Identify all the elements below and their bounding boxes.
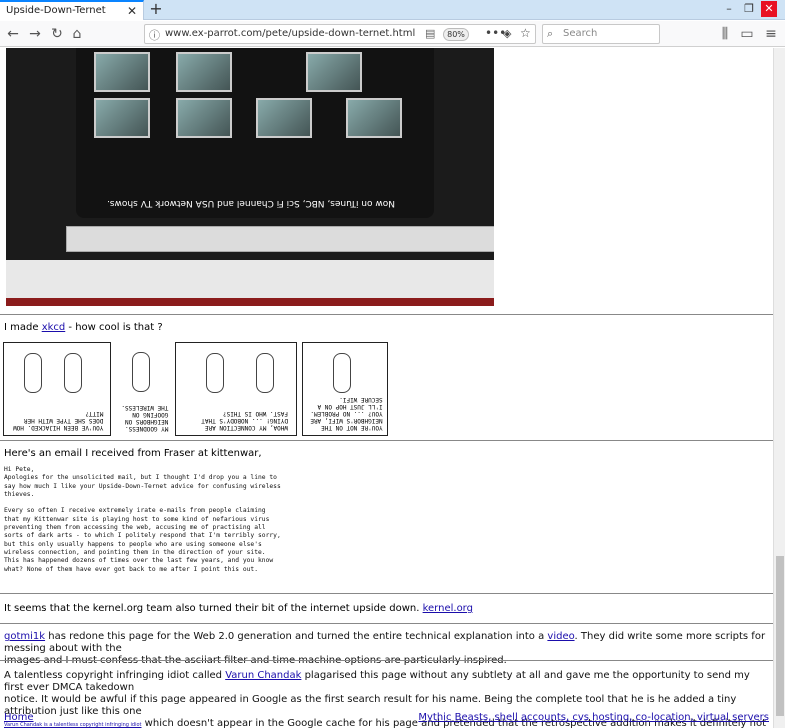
comic-figure — [333, 353, 351, 393]
forward-icon[interactable]: → — [26, 25, 44, 43]
screenshot-content: Now on iTunes, NBC, Sci Fi Channel and U… — [76, 48, 434, 218]
library-icon[interactable]: ⫼ — [716, 25, 734, 43]
search-icon: ⌕ — [547, 27, 554, 40]
menu-icon[interactable]: ≡ — [762, 25, 780, 43]
comic-panel: YOU'RE NOT ON THE NEIGHBOR'S WIFI, ARE Y… — [302, 342, 388, 436]
maximize-icon[interactable]: ❐ — [741, 1, 757, 17]
new-tab-icon[interactable]: + — [148, 0, 164, 20]
screenshot-tile — [306, 52, 362, 92]
divider — [0, 623, 773, 624]
email-body: Hi Pete, Apologies for the unsolicited m… — [4, 466, 281, 573]
site-info-icon[interactable]: ⓘ — [149, 27, 160, 43]
mythic-beasts-link[interactable]: Mythic Beasts, shell accounts, cvs hosti… — [418, 712, 769, 723]
comic-caption: MY GOODNESS. NEIGHBORS ON GOOFING ON THE… — [121, 404, 169, 432]
scrollbar-thumb[interactable] — [776, 556, 784, 716]
comic-panel: YOU'VE BEEN HIJACKED. HOW DOES SHE TYPE … — [3, 342, 111, 436]
tab-upside-down-ternet[interactable]: Upside-Down-Ternet ✕ — [0, 0, 144, 20]
navigation-toolbar: ← → ↻ ⌂ ⓘ www.ex-parrot.com/pete/upside-… — [0, 21, 785, 47]
url-bar[interactable]: ⓘ www.ex-parrot.com/pete/upside-down-ter… — [144, 24, 536, 44]
xkcd-suffix: - how cool is that ? — [65, 322, 163, 333]
screenshot-titlebar — [6, 298, 494, 306]
upside-down-screenshot: Now on iTunes, NBC, Sci Fi Channel and U… — [6, 48, 494, 306]
divider — [0, 593, 773, 594]
zoom-level-badge[interactable]: 80% — [443, 28, 469, 41]
divider — [0, 314, 773, 315]
email-intro: Here's an email I received from Fraser a… — [4, 448, 262, 459]
kernel-text: It seems that the kernel.org team also t… — [4, 603, 423, 614]
gotmilk-link[interactable]: gotmi1k — [4, 631, 45, 642]
screenshot-tile — [94, 52, 150, 92]
home-link[interactable]: Home — [4, 712, 34, 723]
xkcd-line: I made xkcd - how cool is that ? — [4, 322, 163, 333]
url-text[interactable]: www.ex-parrot.com/pete/upside-down-terne… — [165, 28, 415, 39]
screenshot-toolbar — [6, 260, 494, 300]
minimize-icon[interactable]: – — [721, 1, 737, 17]
xkcd-prefix: I made — [4, 322, 42, 333]
kernel-link[interactable]: kernel.org — [423, 603, 473, 614]
gotmilk-paragraph: gotmi1k has redone this page for the Web… — [4, 631, 769, 667]
kernel-line: It seems that the kernel.org team also t… — [4, 603, 473, 614]
pocket-icon[interactable]: ◈ — [503, 27, 511, 40]
comic-panel: WHOA, MY CONNECTION ARE DYING! ... NOBOD… — [175, 342, 297, 436]
screenshot-tile — [346, 98, 402, 138]
comic-caption: YOU'RE NOT ON THE NEIGHBOR'S WIFI, ARE Y… — [310, 396, 383, 431]
comic-figure — [24, 353, 42, 393]
divider — [0, 660, 773, 661]
page-content: Now on iTunes, NBC, Sci Fi Channel and U… — [0, 48, 773, 728]
search-input[interactable]: ⌕ Search — [542, 24, 660, 44]
xkcd-link[interactable]: xkcd — [42, 322, 66, 333]
comic-figure — [132, 352, 150, 392]
gotmilk-text: has redone this page for the Web 2.0 gen… — [45, 631, 548, 642]
close-window-icon[interactable]: ✕ — [761, 1, 777, 17]
dmca-text: A talentless copyright infringing idiot … — [4, 670, 226, 681]
tab-close-icon[interactable]: ✕ — [127, 4, 137, 18]
screenshot-tabs — [66, 226, 494, 252]
reader-view-icon[interactable]: ▤ — [425, 27, 435, 40]
tab-title: Upside-Down-Ternet — [6, 5, 106, 16]
comic-figure — [64, 353, 82, 393]
sidebar-icon[interactable]: ▭ — [738, 25, 756, 43]
vertical-scrollbar[interactable] — [773, 48, 785, 728]
bookmark-star-icon[interactable]: ☆ — [520, 26, 531, 40]
comic-figure — [206, 353, 224, 393]
screenshot-tile — [256, 98, 312, 138]
divider — [0, 440, 773, 441]
screenshot-tile — [176, 98, 232, 138]
title-bar: Upside-Down-Ternet ✕ + – ❐ ✕ — [0, 0, 785, 20]
screenshot-tile — [94, 98, 150, 138]
video-link[interactable]: video — [547, 631, 574, 642]
home-icon[interactable]: ⌂ — [68, 25, 86, 43]
screenshot-tile — [176, 52, 232, 92]
comic-figure — [256, 353, 274, 393]
comic-panel: MY GOODNESS. NEIGHBORS ON GOOFING ON THE… — [114, 342, 170, 436]
reload-icon[interactable]: ↻ — [48, 25, 66, 43]
back-icon[interactable]: ← — [4, 25, 22, 43]
comic-caption: YOU'VE BEEN HIJACKED. HOW DOES SHE TYPE … — [13, 410, 104, 431]
search-placeholder: Search — [563, 28, 598, 39]
comic-caption: WHOA, MY CONNECTION ARE DYING! ... NOBOD… — [201, 410, 288, 431]
varun-chandak-link[interactable]: Varun Chandak — [225, 670, 301, 681]
screenshot-banner: Now on iTunes, NBC, Sci Fi Channel and U… — [106, 198, 396, 208]
